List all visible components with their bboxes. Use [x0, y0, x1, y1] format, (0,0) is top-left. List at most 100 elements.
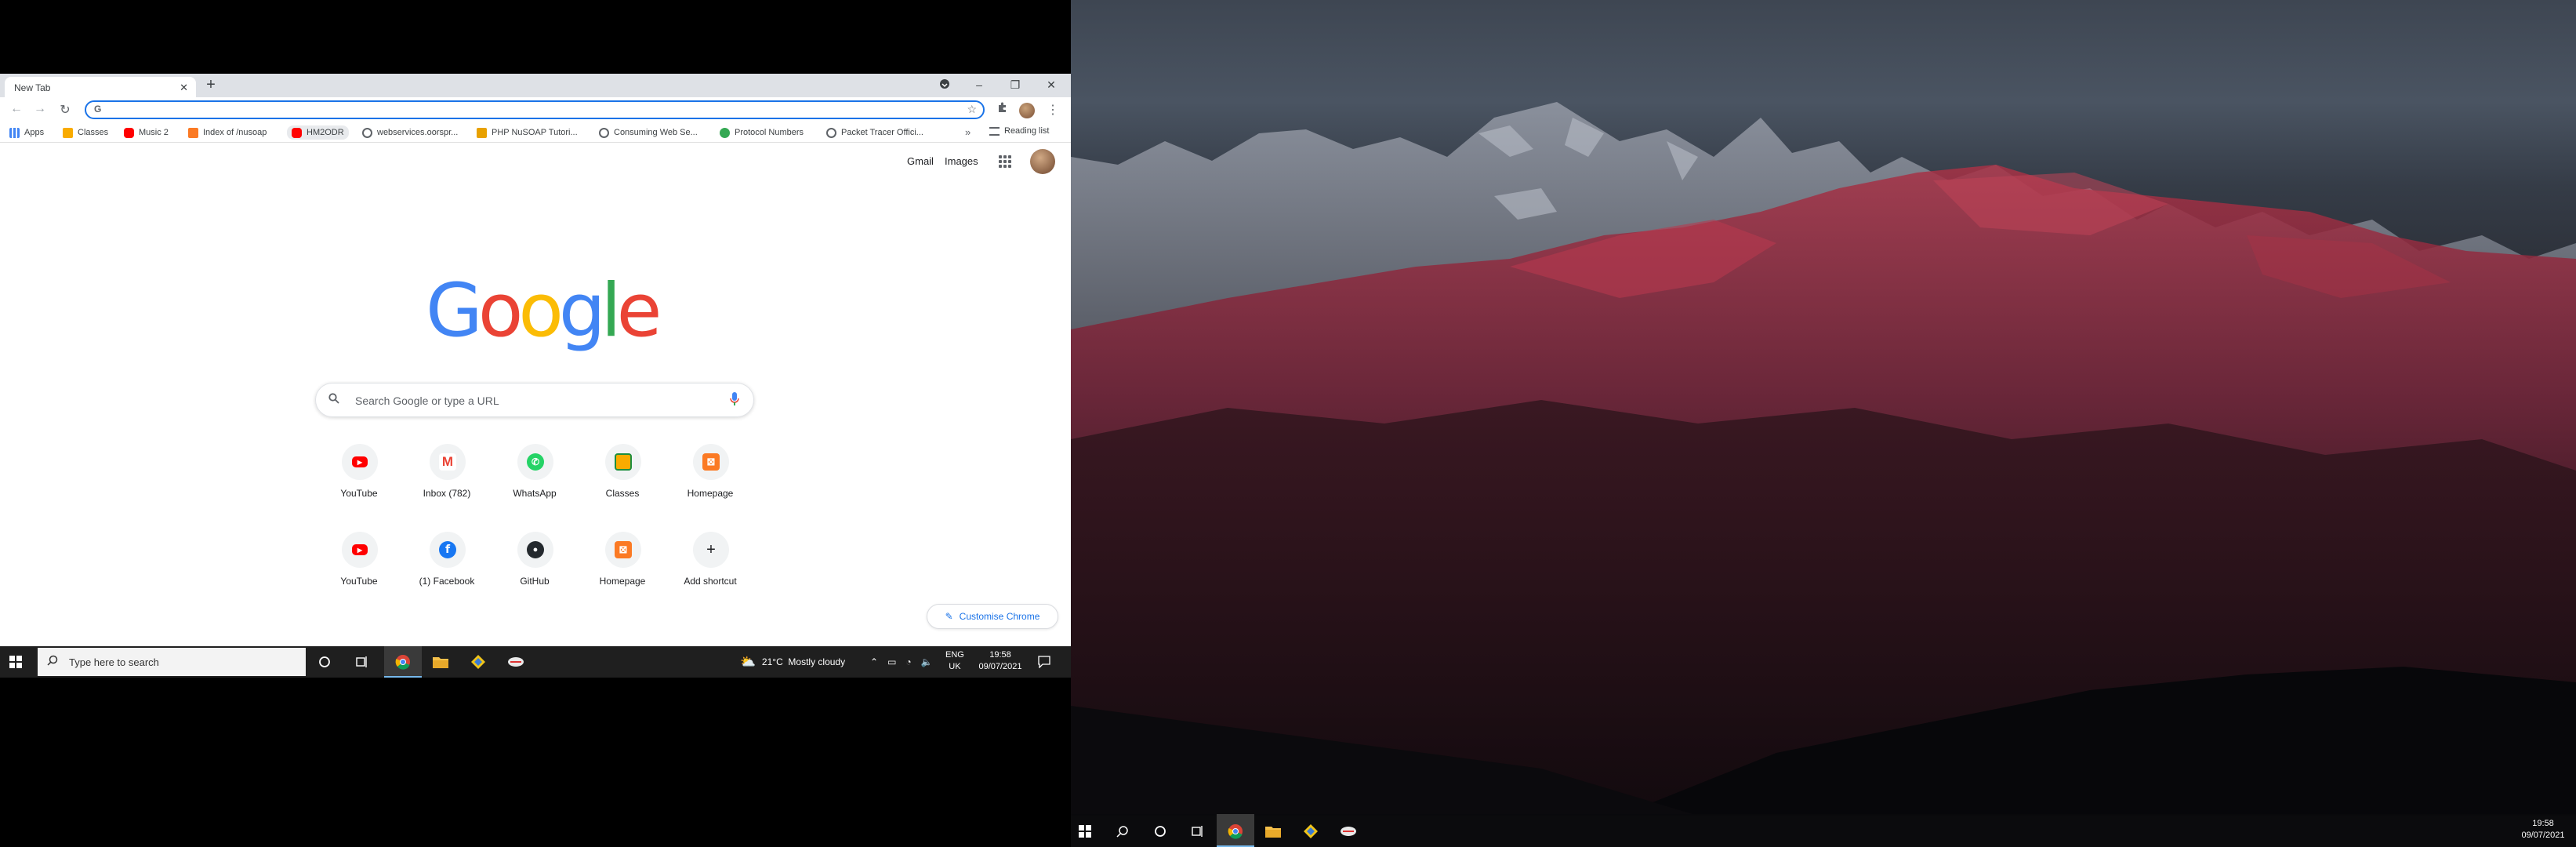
- bookmarks-bar: Apps Classes Music 2 Index of /nusoap HM…: [0, 122, 1071, 143]
- cortana-icon[interactable]: [315, 653, 334, 671]
- minimize-button[interactable]: –: [967, 78, 991, 91]
- cortana-icon[interactable]: [1151, 822, 1170, 841]
- microphone-icon[interactable]: [730, 392, 739, 409]
- images-link[interactable]: Images: [945, 155, 978, 167]
- app-bird-icon[interactable]: [1339, 822, 1358, 841]
- back-button[interactable]: ←: [8, 102, 25, 119]
- bookmark-packet-tracer[interactable]: Packet Tracer Offici...: [826, 126, 923, 139]
- right-monitor: 19:58 09/07/2021: [1071, 0, 2576, 847]
- customise-chrome-button[interactable]: ✎ Customise Chrome: [927, 604, 1058, 629]
- system-tray: ⌃ ▭ ◔ 🔈: [870, 646, 933, 678]
- shortcut-add[interactable]: + Add shortcut: [666, 525, 754, 604]
- classroom-icon: [615, 453, 632, 471]
- chrome-menu-icon[interactable]: ⋮: [1044, 102, 1061, 119]
- plus-icon: +: [706, 540, 716, 558]
- xampp-icon: ⊠: [702, 453, 720, 471]
- search-placeholder[interactable]: Search Google or type a URL: [355, 394, 499, 407]
- shortcut-homepage[interactable]: ⊠ Homepage: [666, 438, 754, 516]
- chrome-icon[interactable]: [394, 653, 412, 671]
- bookmark-index-nusoap[interactable]: Index of /nusoap: [188, 126, 267, 139]
- gmail-link[interactable]: Gmail: [907, 155, 934, 167]
- restore-button[interactable]: ❐: [1003, 78, 1027, 92]
- file-explorer-icon[interactable]: [431, 653, 450, 671]
- search-icon: [328, 393, 339, 407]
- chrome-icon[interactable]: [1226, 822, 1245, 841]
- shortcut-github[interactable]: ● GitHub: [491, 525, 579, 604]
- shortcut-homepage-2[interactable]: ⊠ Homepage: [579, 525, 666, 604]
- reload-button[interactable]: ↻: [56, 102, 74, 119]
- google-account-avatar[interactable]: [1030, 149, 1055, 174]
- globe-icon: [362, 127, 372, 138]
- notifications-icon[interactable]: [1035, 653, 1054, 671]
- taskbar-clock[interactable]: 19:58 09/07/2021: [972, 649, 1029, 673]
- git-diamond-icon[interactable]: [1301, 822, 1320, 841]
- language-indicator[interactable]: ENG UK: [945, 649, 964, 673]
- bookmark-protocol-numbers[interactable]: Protocol Numbers: [720, 126, 804, 139]
- gmail-icon: M: [439, 453, 456, 471]
- shortcut-whatsapp[interactable]: ✆ WhatsApp: [491, 438, 579, 516]
- mountain-wallpaper-art: [1071, 102, 2576, 816]
- reading-list-icon: [989, 126, 1000, 136]
- windows-start-icon[interactable]: [9, 656, 22, 668]
- google-apps-icon[interactable]: [999, 155, 1011, 168]
- tab-close-icon[interactable]: ✕: [180, 82, 188, 94]
- task-view-icon[interactable]: [353, 653, 372, 671]
- chrome-window: New Tab ✕ + – ❐ ✕ ← → ↻ G ☆ ⋮ Apps Class…: [0, 74, 1071, 646]
- bookmark-consuming-web[interactable]: Consuming Web Se...: [599, 126, 698, 139]
- chevron-up-icon[interactable]: ⌃: [870, 656, 878, 667]
- globe-icon: [826, 127, 836, 138]
- volume-icon[interactable]: 🔈: [921, 656, 933, 667]
- youtube-icon: [124, 127, 134, 138]
- search-icon[interactable]: [1113, 822, 1132, 841]
- shortcut-classes[interactable]: Classes: [579, 438, 666, 516]
- globe-icon: [599, 127, 609, 138]
- file-explorer-icon[interactable]: [1264, 822, 1283, 841]
- weather-widget[interactable]: ⛅ 21°C Mostly cloudy: [740, 646, 845, 678]
- taskbar-clock[interactable]: 19:58 09/07/2021: [2513, 818, 2573, 842]
- bookmark-webservices[interactable]: webservices.oorspr...: [362, 126, 458, 139]
- taskbar-left: Type here to search ⛅ 21°C Mostly cloudy…: [0, 646, 1071, 678]
- globe-icon: [720, 127, 730, 138]
- task-view-icon[interactable]: [1188, 822, 1207, 841]
- github-icon: ●: [527, 541, 544, 558]
- battery-icon[interactable]: ▭: [887, 656, 896, 667]
- bookmark-star-icon[interactable]: ☆: [967, 103, 977, 116]
- new-tab-button[interactable]: +: [202, 77, 220, 94]
- google-search-box[interactable]: Search Google or type a URL: [315, 383, 754, 417]
- taskbar-right: 19:58 09/07/2021: [1071, 814, 2576, 847]
- more-bookmarks-button[interactable]: »: [965, 126, 971, 138]
- chrome-profile-download-icon[interactable]: [933, 78, 956, 92]
- youtube-icon: ▶: [352, 456, 368, 467]
- shortcut-inbox[interactable]: M Inbox (782): [403, 438, 491, 516]
- facebook-icon: f: [439, 541, 456, 558]
- bookmark-hm2odr[interactable]: HM2ODR: [287, 125, 349, 140]
- close-window-button[interactable]: ✕: [1039, 78, 1063, 92]
- shortcut-youtube-2[interactable]: ▶ YouTube: [315, 525, 403, 604]
- new-tab-page: Gmail Images Google Search Google or typ…: [0, 143, 1071, 646]
- tab-new-tab[interactable]: New Tab ✕: [5, 77, 196, 97]
- google-logo: Google: [426, 268, 662, 354]
- address-value[interactable]: G: [94, 104, 101, 115]
- git-diamond-icon[interactable]: [469, 653, 488, 671]
- shortcut-youtube[interactable]: ▶ YouTube: [315, 438, 403, 516]
- network-icon[interactable]: ◔: [905, 656, 911, 667]
- extensions-puzzle-icon[interactable]: [994, 102, 1011, 119]
- apps-grid-icon: [9, 127, 20, 138]
- bookmark-php-nusoap[interactable]: PHP NuSOAP Tutori...: [477, 126, 578, 139]
- tab-strip: New Tab ✕ + – ❐ ✕: [0, 74, 1071, 97]
- app-bird-icon[interactable]: [506, 653, 525, 671]
- profile-avatar[interactable]: [1019, 103, 1035, 118]
- bookmark-apps[interactable]: Apps: [9, 126, 44, 139]
- xampp-icon: [188, 127, 198, 138]
- windows-start-icon[interactable]: [1076, 822, 1094, 841]
- youtube-icon: ▶: [352, 544, 368, 555]
- address-bar[interactable]: G ☆: [85, 100, 985, 119]
- reading-list-button[interactable]: Reading list: [989, 126, 1049, 136]
- shortcut-facebook[interactable]: f (1) Facebook: [403, 525, 491, 604]
- left-monitor: New Tab ✕ + – ❐ ✕ ← → ↻ G ☆ ⋮ Apps Class…: [0, 0, 1071, 847]
- bookmark-music-2[interactable]: Music 2: [124, 126, 169, 139]
- bookmark-classes[interactable]: Classes: [63, 126, 108, 139]
- forward-button[interactable]: →: [31, 102, 49, 119]
- search-icon: [47, 655, 58, 669]
- taskbar-search-box[interactable]: Type here to search: [38, 648, 306, 676]
